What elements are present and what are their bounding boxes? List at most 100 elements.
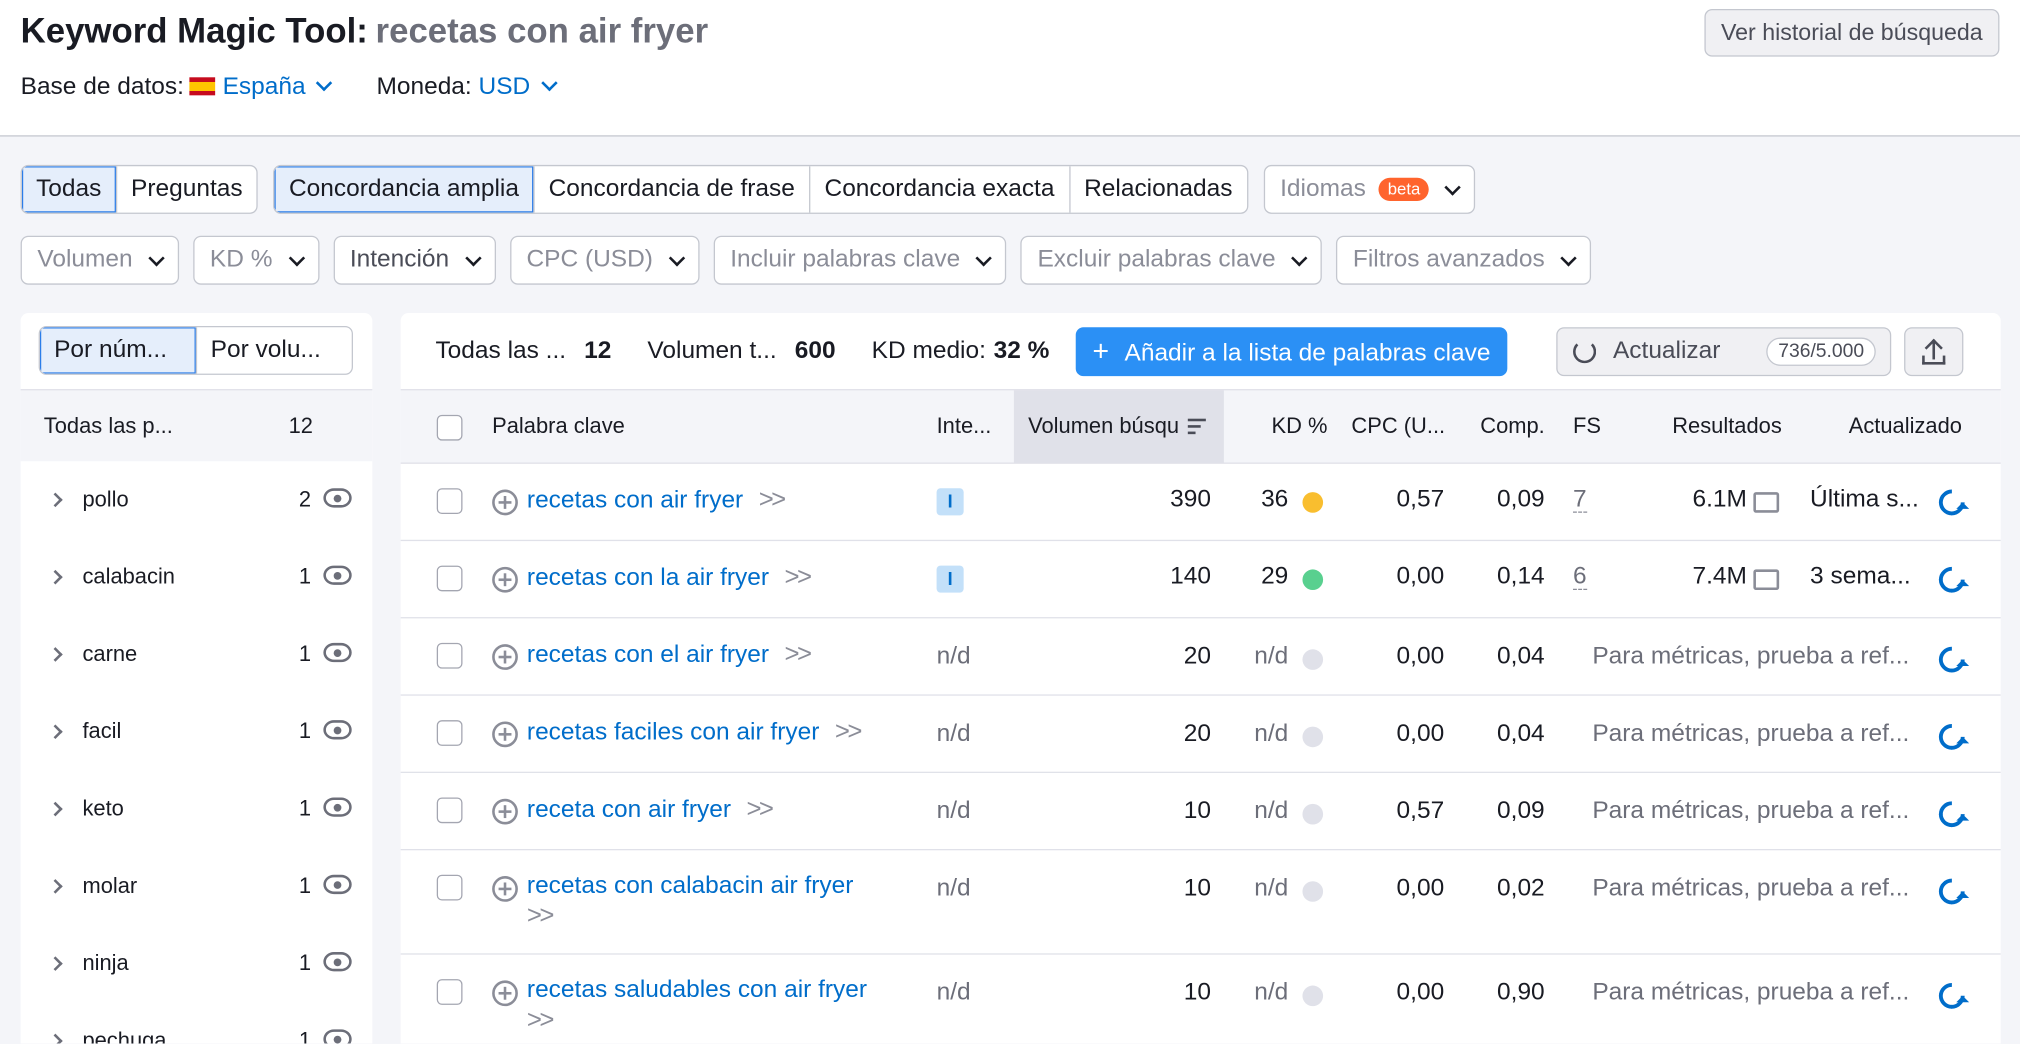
eye-icon[interactable] [323, 874, 352, 895]
add-keyword-icon[interactable] [492, 721, 518, 748]
exclude-keywords-filter[interactable]: Excluir palabras clave [1020, 235, 1322, 285]
keyword-link[interactable]: recetas saludables con air fryer [527, 977, 867, 1004]
double-chevron-icon[interactable]: >> [759, 486, 787, 516]
add-keyword-icon[interactable] [492, 489, 518, 516]
group-item[interactable]: pechuga 1 [21, 1002, 373, 1044]
add-keyword-icon[interactable] [492, 644, 518, 670]
tab-phrase-match[interactable]: Concordancia de frase [533, 166, 809, 213]
group-item[interactable]: facil 1 [21, 693, 373, 770]
group-item[interactable]: keto 1 [21, 770, 373, 847]
col-volume[interactable]: Volumen búsqu [1013, 390, 1224, 463]
col-updated[interactable]: Actualizado [1849, 390, 1962, 462]
chevron-right-icon[interactable] [48, 647, 63, 662]
tab-related[interactable]: Relacionadas [1068, 166, 1247, 213]
eye-icon[interactable] [323, 488, 352, 508]
double-chevron-icon[interactable]: >> [785, 563, 813, 593]
serp-features-value[interactable]: 7 [1573, 487, 1587, 513]
tab-broad-match[interactable]: Concordancia amplia [274, 166, 534, 213]
add-keyword-icon[interactable] [492, 798, 518, 825]
chevron-right-icon[interactable] [48, 801, 63, 817]
row-checkbox[interactable] [436, 642, 463, 669]
keyword-link[interactable]: recetas con el air fryer [527, 642, 769, 669]
volume-filter[interactable]: Volumen [20, 235, 180, 285]
keyword-link[interactable]: recetas faciles con air fryer [527, 719, 819, 746]
chevron-right-icon[interactable] [48, 956, 63, 971]
col-serp-features[interactable]: FS [1573, 390, 1601, 462]
chevron-right-icon[interactable] [48, 492, 63, 508]
col-cpc[interactable]: CPC (U... [1351, 390, 1445, 462]
cpc-value: 0,00 [1396, 874, 1445, 902]
row-checkbox[interactable] [436, 720, 463, 746]
col-competition[interactable]: Comp. [1480, 390, 1545, 462]
add-keyword-icon[interactable] [492, 980, 518, 1007]
double-chevron-icon[interactable]: >> [527, 1006, 555, 1036]
keyword-link[interactable]: recetas con la air fryer [527, 564, 769, 591]
refresh-icon[interactable] [1933, 873, 1970, 910]
eye-icon[interactable] [323, 642, 352, 663]
refresh-icon[interactable] [1933, 977, 1970, 1015]
tab-exact-match[interactable]: Concordancia exacta [809, 166, 1069, 213]
keyword-link[interactable]: recetas con calabacin air fryer [527, 872, 854, 899]
chevron-right-icon[interactable] [48, 1033, 63, 1044]
serp-icon[interactable] [1753, 492, 1780, 513]
col-kd[interactable]: KD % [1272, 390, 1328, 462]
languages-dropdown[interactable]: Idiomas beta [1263, 164, 1476, 214]
group-item[interactable]: pollo 2 [21, 461, 373, 538]
chevron-right-icon[interactable] [48, 569, 63, 585]
database-selector[interactable]: Base de datos: España [21, 73, 333, 101]
kd-value: n/d [1254, 979, 1289, 1007]
include-keywords-filter[interactable]: Incluir palabras clave [713, 235, 1007, 285]
row-checkbox[interactable] [436, 488, 463, 515]
row-checkbox[interactable] [436, 874, 463, 901]
chevron-right-icon[interactable] [48, 724, 63, 740]
search-history-button[interactable]: Ver historial de búsqueda [1704, 9, 2000, 57]
double-chevron-icon[interactable]: >> [527, 902, 555, 932]
add-keyword-icon[interactable] [492, 566, 518, 593]
intent-filter[interactable]: Intención [333, 235, 496, 285]
kd-filter[interactable]: KD % [193, 235, 319, 285]
serp-icon[interactable] [1753, 569, 1780, 591]
tab-questions[interactable]: Preguntas [115, 166, 257, 213]
refresh-icon[interactable] [1933, 718, 1970, 756]
average-kd: 32 % [993, 337, 1050, 365]
eye-icon[interactable] [323, 1029, 352, 1044]
update-button[interactable]: Actualizar 736/5.000 [1556, 327, 1892, 377]
eye-icon[interactable] [323, 565, 352, 585]
refresh-icon[interactable] [1933, 484, 1970, 521]
add-keyword-icon[interactable] [492, 876, 518, 902]
kd-dot [1302, 649, 1324, 670]
group-item[interactable]: carne 1 [21, 616, 373, 693]
col-keyword[interactable]: Palabra clave [492, 390, 625, 462]
refresh-icon[interactable] [1933, 561, 1970, 598]
export-button[interactable] [1904, 327, 1964, 377]
group-item[interactable]: ninja 1 [21, 925, 373, 1002]
keyword-link[interactable]: receta con air fryer [527, 796, 731, 823]
serp-features-value[interactable]: 6 [1573, 564, 1587, 591]
group-item[interactable]: calabacin 1 [21, 539, 373, 616]
eye-icon[interactable] [323, 952, 352, 972]
currency-selector[interactable]: Moneda: USD [376, 73, 558, 101]
double-chevron-icon[interactable]: >> [746, 795, 774, 825]
double-chevron-icon[interactable]: >> [835, 718, 863, 748]
tab-all[interactable]: Todas [21, 166, 116, 213]
col-intent[interactable]: Inte... [937, 390, 992, 462]
row-checkbox[interactable] [436, 979, 463, 1005]
col-results[interactable]: Resultados [1672, 390, 1782, 462]
group-item[interactable]: molar 1 [21, 848, 373, 925]
double-chevron-icon[interactable]: >> [785, 640, 813, 670]
tab-by-number[interactable]: Por núm... [39, 327, 196, 374]
chevron-right-icon[interactable] [48, 879, 63, 894]
refresh-icon[interactable] [1933, 795, 1970, 833]
add-to-keyword-list-button[interactable]: + Añadir a la lista de palabras clave [1075, 327, 1508, 377]
row-checkbox[interactable] [436, 565, 463, 592]
cpc-filter[interactable]: CPC (USD) [509, 235, 700, 285]
keyword-link[interactable]: recetas con air fryer [527, 487, 743, 514]
refresh-icon[interactable] [1933, 641, 1970, 678]
eye-icon[interactable] [323, 797, 352, 817]
eye-icon[interactable] [323, 720, 352, 740]
all-groups-item[interactable]: Todas las p... 12 [20, 389, 373, 462]
advanced-filters[interactable]: Filtros avanzados [1336, 235, 1592, 285]
select-all-checkbox[interactable] [436, 414, 463, 441]
tab-by-volume[interactable]: Por volu... [195, 327, 352, 374]
row-checkbox[interactable] [436, 797, 463, 824]
